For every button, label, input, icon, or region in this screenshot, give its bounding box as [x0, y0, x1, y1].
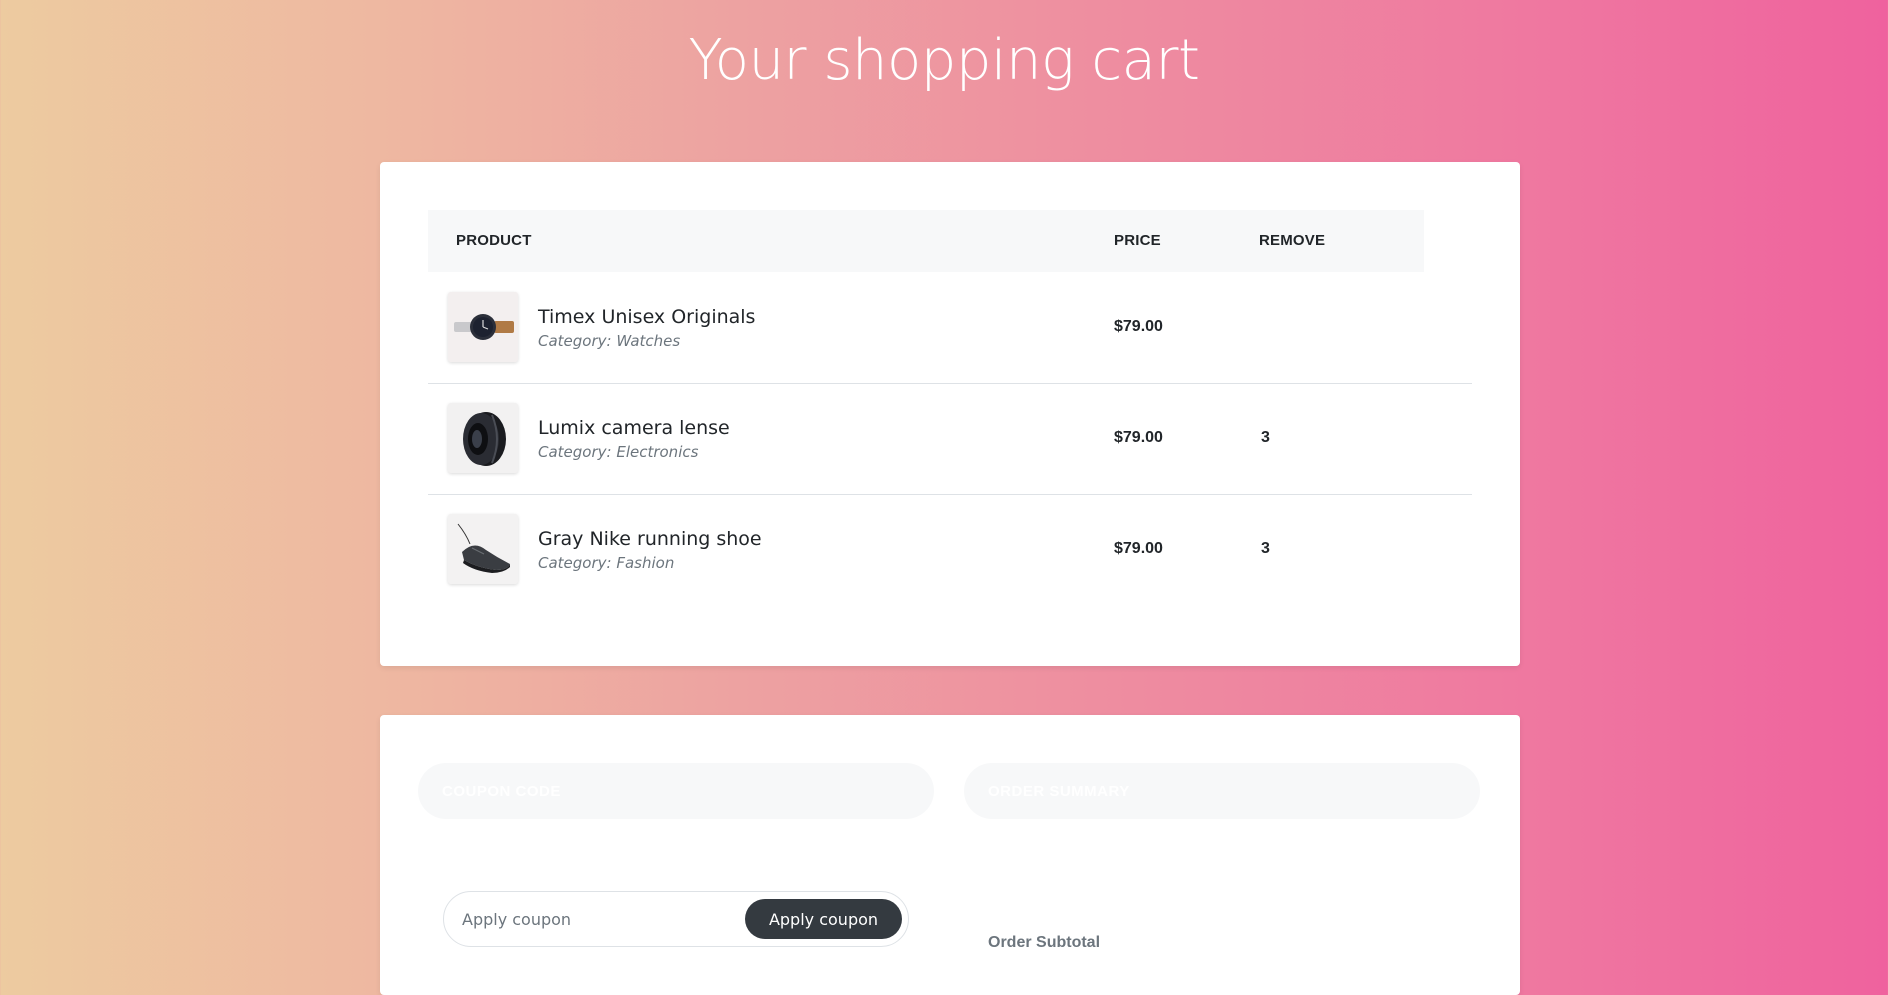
product-quantity: 3	[1261, 540, 1270, 557]
coupon-input-group: Apply coupon	[443, 891, 909, 947]
product-name-link[interactable]: Lumix camera lense	[538, 417, 730, 439]
product-category: Category: Fashion	[538, 554, 675, 572]
watch-image[interactable]	[448, 292, 518, 362]
product-price: $79.00	[1114, 429, 1163, 446]
column-header-remove: REMOVE	[1259, 232, 1326, 249]
table-row: Timex Unisex Originals Category: Watches…	[428, 272, 1472, 384]
product-quantity: 3	[1261, 429, 1270, 446]
order-subtotal-label: Order Subtotal	[988, 934, 1101, 951]
cart-card: PRODUCT PRICE REMOVE Timex Unisex Origin…	[380, 162, 1520, 666]
table-row: Gray Nike running shoe Category: Fashion…	[428, 494, 1472, 605]
order-summary-header: ORDER SUMMARY	[964, 763, 1480, 819]
column-header-price: PRICE	[1114, 232, 1161, 249]
column-header-product: PRODUCT	[456, 232, 532, 249]
running-shoe-image[interactable]	[448, 514, 518, 584]
checkout-card: COUPON CODE ORDER SUMMARY Apply coupon O…	[380, 715, 1520, 995]
cart-table-header: PRODUCT PRICE REMOVE	[428, 210, 1424, 272]
page-title: Your shopping cart	[688, 28, 1200, 93]
coupon-section-header: COUPON CODE	[418, 763, 934, 819]
coupon-input[interactable]	[462, 904, 732, 934]
camera-lens-image[interactable]	[448, 403, 518, 473]
product-category: Category: Electronics	[538, 443, 699, 461]
product-category: Category: Watches	[538, 332, 681, 350]
product-name-link[interactable]: Gray Nike running shoe	[538, 528, 762, 550]
product-price: $79.00	[1114, 318, 1163, 335]
order-summary-heading: ORDER SUMMARY	[988, 783, 1130, 800]
product-price: $79.00	[1114, 540, 1163, 557]
table-row: Lumix camera lense Category: Electronics…	[428, 383, 1472, 495]
apply-coupon-button[interactable]: Apply coupon	[745, 899, 902, 939]
coupon-heading: COUPON CODE	[442, 783, 561, 800]
product-name-link[interactable]: Timex Unisex Originals	[538, 306, 755, 328]
